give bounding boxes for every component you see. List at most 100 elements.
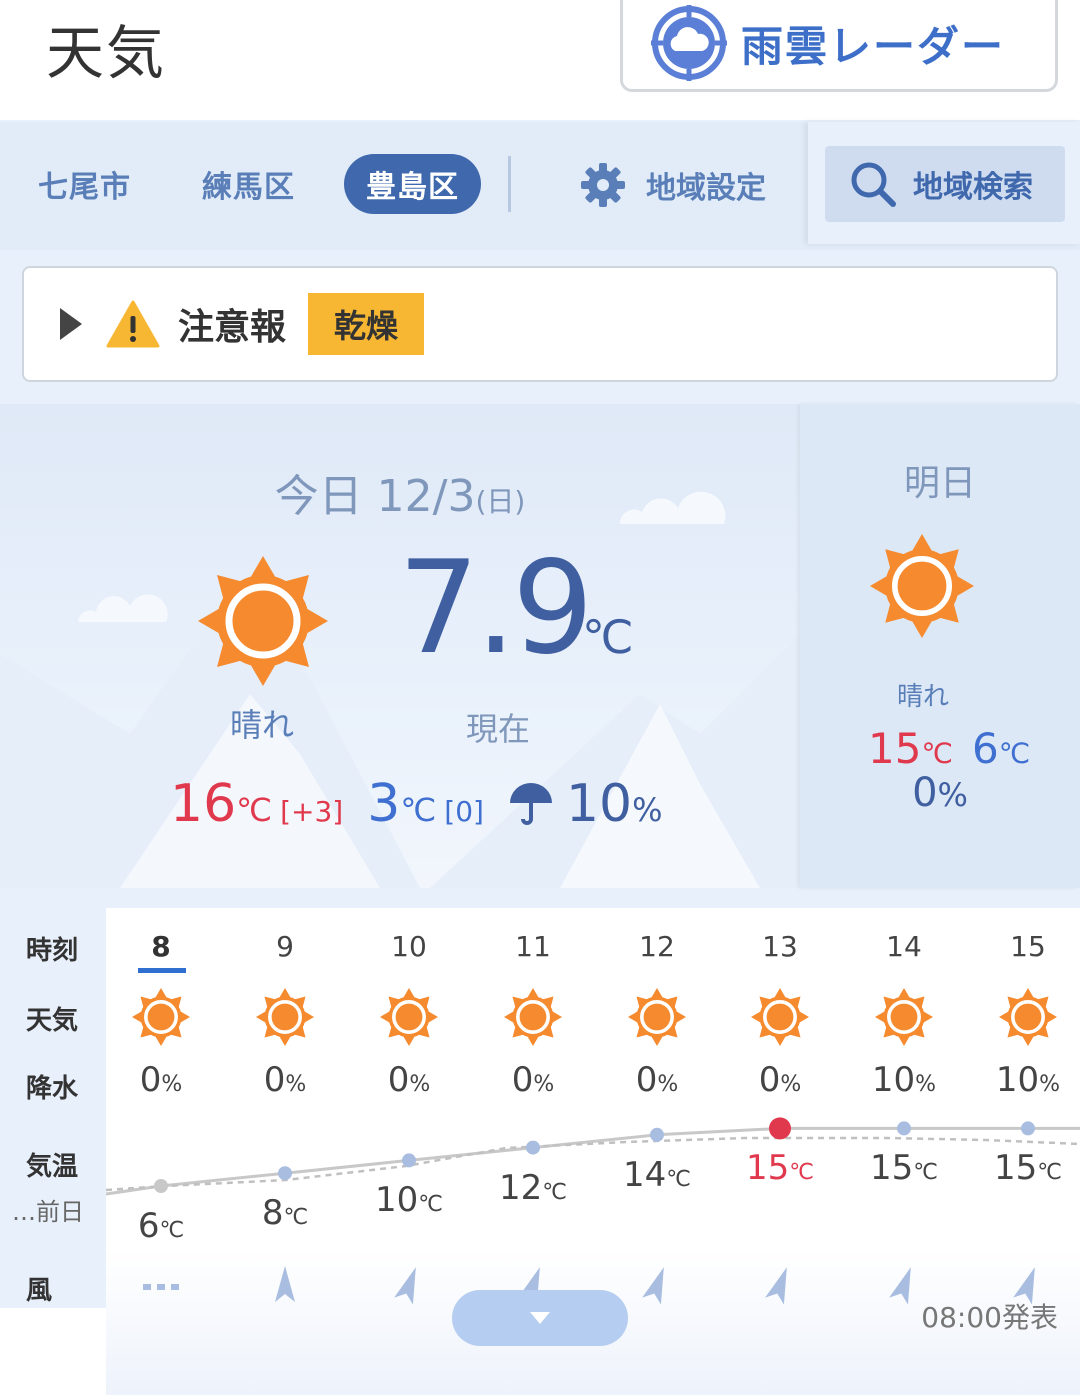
precip-number: 10 [871,1060,916,1100]
tomorrow-temps: 15℃ 6℃ [868,724,1030,773]
region-search-button[interactable]: 地域検索 [825,146,1065,222]
search-panel: 地域検索 [808,122,1080,244]
sun-icon [198,556,328,686]
precip-number: 0 [139,1060,162,1100]
row-label-time: 時刻 [26,936,79,966]
temperature-line-chart [106,1117,1080,1196]
region-search-label: 地域検索 [913,170,1033,205]
today-low-value: 3 [367,774,401,834]
gear-icon [581,163,625,207]
precip-number: 0 [635,1060,658,1100]
hour-label: 10 [391,930,427,963]
sun-icon [628,988,686,1046]
tomorrow-rain-value: 0 [912,770,938,816]
current-temperature: 7.9 [398,534,594,683]
tomorrow-rain-chance: 0% [800,770,1080,816]
row-label-precip: 降水 [26,1074,79,1104]
today-condition: 晴れ [229,706,294,744]
weather-alert-bar[interactable]: 注意報 乾燥 [22,266,1058,382]
app-header: 天気 雨雲レーダー [0,0,1080,120]
tomorrow-condition: 晴れ [896,682,949,712]
today-rain-chance: 10% [566,774,663,834]
hour-label: 12 [639,930,675,963]
today-summary-row: 16℃ [+3] 3℃ [0] 10% [170,774,663,834]
current-label: 現在 [466,710,531,748]
temperature-point [526,1140,540,1155]
rain-radar-button[interactable]: 雨雲レーダー [620,0,1058,92]
row-label-temp: 気温 [26,1152,79,1182]
calm-wind-icon [143,1284,179,1290]
chevron-down-icon [530,1312,550,1324]
sun-icon [751,988,809,1046]
sun-icon [132,988,190,1046]
today-high-unit: ℃ [236,791,273,829]
row-label-prev-day: …前日 [12,1198,84,1226]
tomorrow-low-unit: ℃ [998,737,1031,770]
today-low-unit: ℃ [400,791,437,829]
temperature-point [154,1179,168,1193]
hour-label: 11 [515,930,551,963]
precip-unit: % [533,1072,555,1097]
warning-icon [106,300,160,348]
rain-radar-label: 雨雲レーダー [741,21,1006,71]
nav-divider [508,156,511,212]
precip-value: 0% [483,1060,583,1100]
precip-number: 0 [263,1060,286,1100]
alert-tag-dryness[interactable]: 乾燥 [308,293,425,355]
search-icon [851,162,896,207]
wind-arrow-icon [394,1267,416,1305]
precip-unit: % [780,1072,802,1097]
today-high-delta: [+3] [280,795,344,828]
expand-hourly-button[interactable] [452,1290,628,1346]
expand-triangle-icon [60,308,82,340]
wind-arrow-icon [642,1267,664,1305]
sun-icon [875,988,933,1046]
wind-arrow-icon [889,1267,911,1305]
hour-label: 14 [886,930,922,963]
alert-label: 注意報 [178,307,287,348]
today-high: 16℃ [170,774,272,834]
precip-number: 0 [758,1060,781,1100]
prev-day-temperature-line [106,1136,1080,1192]
tomorrow-label: 明日 [903,463,976,504]
precip-number: 10 [995,1060,1040,1100]
hourly-row-labels: 時刻 天気 降水 気温 …前日 [0,908,106,1308]
today-date: 今日 12/3(日) [0,460,800,524]
today-panel: 今日 12/3(日) 晴れ 7.9 ℃ 現在 16℃ [+3] 3℃ [0] 1… [0,404,800,888]
today-rain-value: 10 [565,774,633,834]
precip-value: 0% [111,1060,211,1100]
tomorrow-low-value: 6 [972,724,999,773]
tomorrow-high-value: 15 [868,724,922,773]
temperature-point [650,1127,664,1142]
precip-unit: % [161,1072,183,1097]
region-nav: 七尾市 練馬区 豊島区 地域設定 地域検索 [0,122,1080,250]
temperature-point [897,1121,911,1136]
sun-icon [380,988,438,1046]
today-rain-unit: % [632,791,663,829]
row-label-wind: 風 [26,1276,53,1306]
region-tab-toshima[interactable]: 豊島区 [344,154,481,214]
today-low: 3℃ [367,774,436,834]
today-weekday: (日) [475,485,526,518]
region-tab-nerima[interactable]: 練馬区 [202,162,295,206]
region-settings-button[interactable]: 地域設定 [580,162,766,208]
precip-value: 10% [978,1060,1078,1100]
hour-label: 9 [276,930,294,963]
precip-number: 0 [511,1060,534,1100]
tomorrow-panel[interactable]: 明日 晴れ 15℃ 6℃ 0% [800,404,1080,888]
temperature-point [402,1153,416,1168]
precip-number: 0 [387,1060,410,1100]
region-tab-nanao[interactable]: 七尾市 [38,162,131,206]
sun-icon [870,534,974,638]
precip-unit: % [1039,1072,1061,1097]
precip-unit: % [915,1072,937,1097]
published-time: 08:00発表 [921,1301,1058,1334]
hourly-forecast: 時刻 天気 降水 気温 …前日 風 8 0% 9 0% 10 0% 11 0% 12 0% 13 0%… [0,908,1080,1395]
region-settings-label: 地域設定 [646,171,766,206]
precip-value: 0% [730,1060,830,1100]
today-high-value: 16 [170,774,237,834]
today-low-delta: [0] [444,795,484,828]
sun-icon [504,988,562,1046]
row-label-weather: 天気 [26,1006,79,1036]
temperature-point [1021,1121,1035,1136]
